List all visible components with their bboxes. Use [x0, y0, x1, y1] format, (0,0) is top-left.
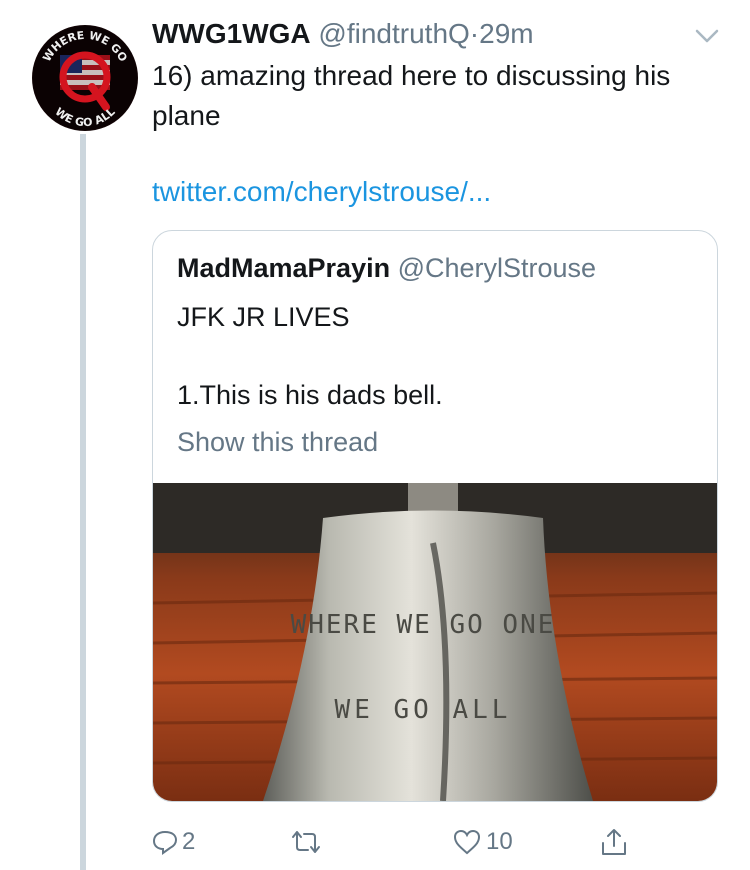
quoted-display-name: MadMamaPrayin [177, 253, 391, 283]
reply-button[interactable]: 2 [152, 820, 195, 864]
quoted-text-line-2: 1.This is his dads bell. [177, 380, 443, 410]
show-thread-link[interactable]: Show this thread [177, 423, 378, 461]
avatar[interactable]: WHERE WE GO WE GO ALL [32, 25, 138, 131]
like-count: 10 [486, 828, 513, 855]
tweet-time[interactable]: 29m [479, 18, 533, 49]
bell-engraving-bottom: WE GO ALL [335, 695, 512, 725]
quoted-tweet-card[interactable]: MadMamaPrayin @CherylStrouse JFK JR LIVE… [152, 230, 718, 802]
quoted-handle: @CherylStrouse [397, 253, 597, 283]
tweet-header: WWG1WGA @findtruthQ·29m [152, 14, 534, 54]
reply-icon [152, 830, 178, 855]
tweet-link[interactable]: twitter.com/cherylstrouse/... [152, 172, 491, 212]
user-handle[interactable]: @findtruthQ [318, 18, 469, 49]
like-icon [453, 829, 481, 855]
bell-engraving-top: WHERE WE GO ONE [291, 610, 556, 640]
like-button[interactable]: 10 [452, 820, 513, 864]
chevron-down-icon[interactable] [692, 26, 722, 46]
reply-count: 2 [182, 828, 196, 855]
bell-image[interactable]: WHERE WE GO ONE WE GO ALL [153, 483, 717, 801]
quoted-text-line-1: JFK JR LIVES [177, 302, 350, 332]
quoted-header: MadMamaPrayin @CherylStrouse [177, 249, 596, 287]
retweet-button[interactable] [290, 820, 326, 864]
separator-dot: · [469, 18, 480, 49]
tweet-actions: 2 10 [152, 820, 652, 864]
display-name[interactable]: WWG1WGA [152, 18, 311, 49]
share-button[interactable] [600, 820, 628, 864]
share-icon [602, 829, 626, 855]
qanon-logo-icon: WHERE WE GO WE GO ALL [33, 26, 137, 130]
tweet-text: 16) amazing thread here to discussing hi… [152, 60, 671, 131]
thread-connector-line [80, 134, 86, 870]
retweet-icon [292, 831, 320, 853]
